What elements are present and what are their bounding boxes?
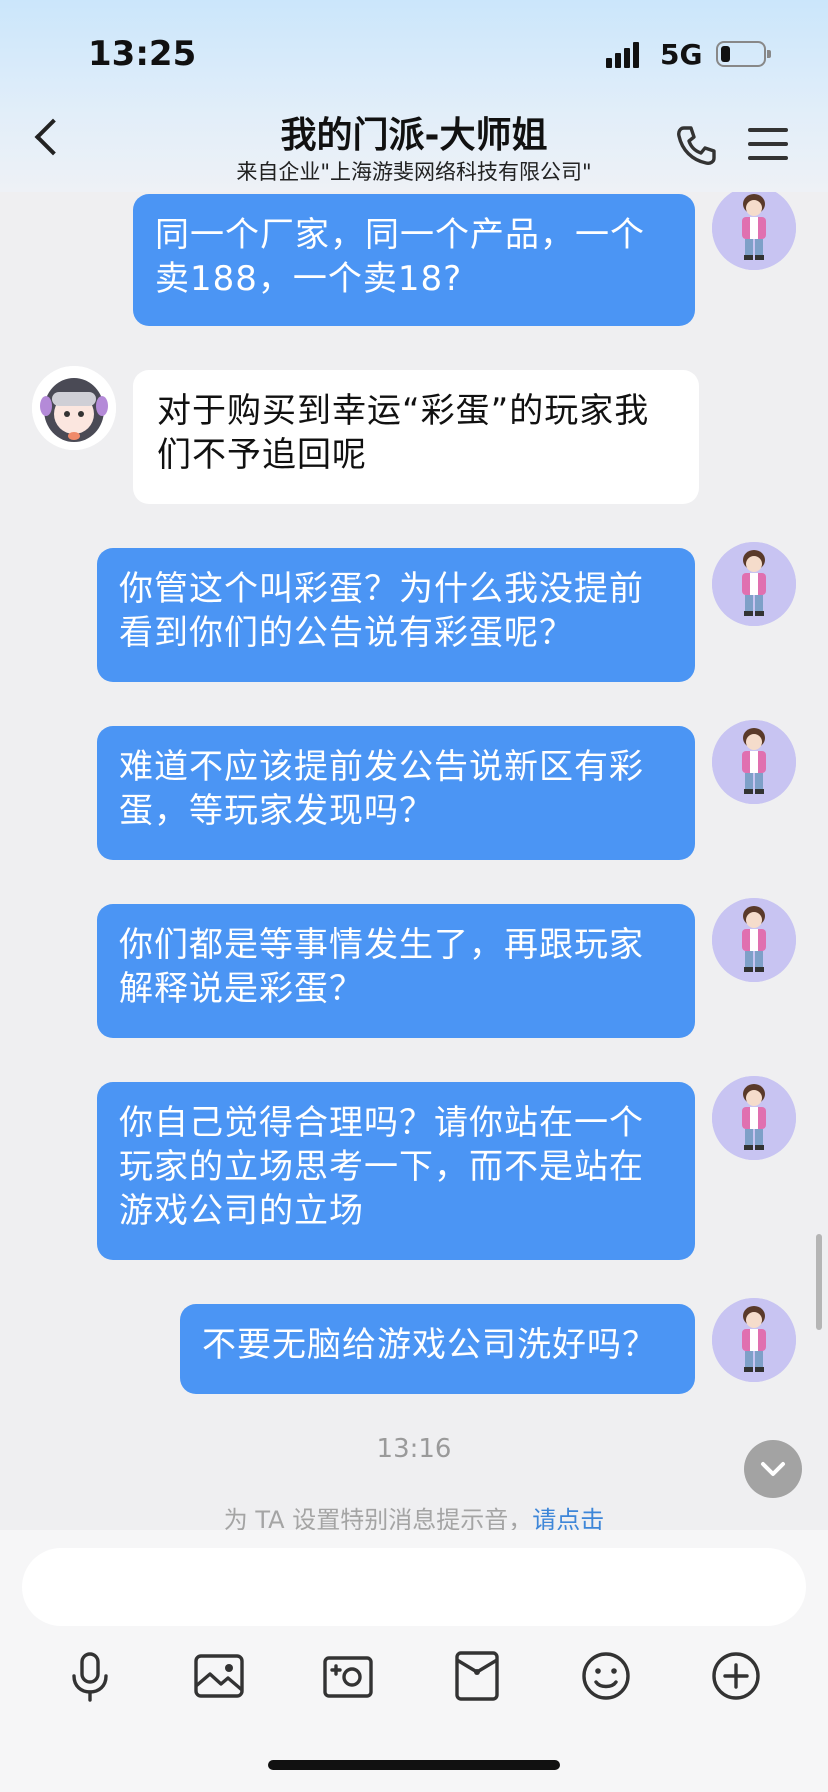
status-time: 13:25 <box>88 34 197 74</box>
my-avatar[interactable] <box>712 542 796 626</box>
boy-avatar-icon <box>712 720 796 804</box>
my-avatar[interactable] <box>712 720 796 804</box>
emoji-icon[interactable] <box>570 1640 642 1712</box>
message-bubble-received[interactable]: 对于购买到幸运“彩蛋”的玩家我们不予追回呢 <box>133 370 699 504</box>
my-avatar[interactable] <box>712 898 796 982</box>
input-bar <box>0 1530 828 1792</box>
image-icon[interactable] <box>183 1640 255 1712</box>
microphone-icon[interactable] <box>54 1640 126 1712</box>
message-bubble-sent[interactable]: 你自己觉得合理吗？请你站在一个玩家的立场思考一下，而不是站在游戏公司的立场 <box>97 1082 695 1260</box>
boy-avatar-icon <box>712 1298 796 1382</box>
chevron-down-icon <box>761 1462 785 1476</box>
my-avatar[interactable] <box>712 186 796 270</box>
chat-header: 13:25 5G 我的门派-大师姐 来自企业"上海游斐网络科技有限公司" <box>0 0 828 192</box>
my-avatar[interactable] <box>712 1076 796 1160</box>
scroll-to-bottom-button[interactable] <box>744 1440 802 1498</box>
message-bubble-sent[interactable]: 你们都是等事情发生了，再跟玩家解释说是彩蛋？ <box>97 904 695 1038</box>
message-bubble-sent[interactable]: 难道不应该提前发公告说新区有彩蛋，等玩家发现吗？ <box>97 726 695 860</box>
plus-icon[interactable] <box>700 1640 772 1712</box>
battery-icon <box>716 41 771 67</box>
time-separator: 13:16 <box>376 1434 452 1464</box>
scrollbar[interactable] <box>816 1234 822 1330</box>
girl-avatar-icon <box>32 366 116 450</box>
network-type: 5G <box>660 38 703 71</box>
boy-avatar-icon <box>712 898 796 982</box>
signal-icon <box>606 40 646 68</box>
my-avatar[interactable] <box>712 1298 796 1382</box>
camera-icon[interactable] <box>312 1640 384 1712</box>
boy-avatar-icon <box>712 186 796 270</box>
menu-icon[interactable] <box>748 128 790 162</box>
message-bubble-sent[interactable]: 不要无脑给游戏公司洗好吗？ <box>180 1304 695 1394</box>
home-indicator[interactable] <box>268 1760 560 1770</box>
red-packet-icon[interactable] <box>441 1640 513 1712</box>
phone-call-icon[interactable] <box>672 122 720 170</box>
boy-avatar-icon <box>712 1076 796 1160</box>
boy-avatar-icon <box>712 542 796 626</box>
message-bubble-sent[interactable]: 你管这个叫彩蛋？为什么我没提前看到你们的公告说有彩蛋呢？ <box>97 548 695 682</box>
message-bubble-sent[interactable]: 同一个厂家，同一个产品，一个卖188，一个卖18? <box>133 194 695 326</box>
contact-avatar[interactable] <box>32 366 116 450</box>
message-input[interactable] <box>22 1548 806 1626</box>
